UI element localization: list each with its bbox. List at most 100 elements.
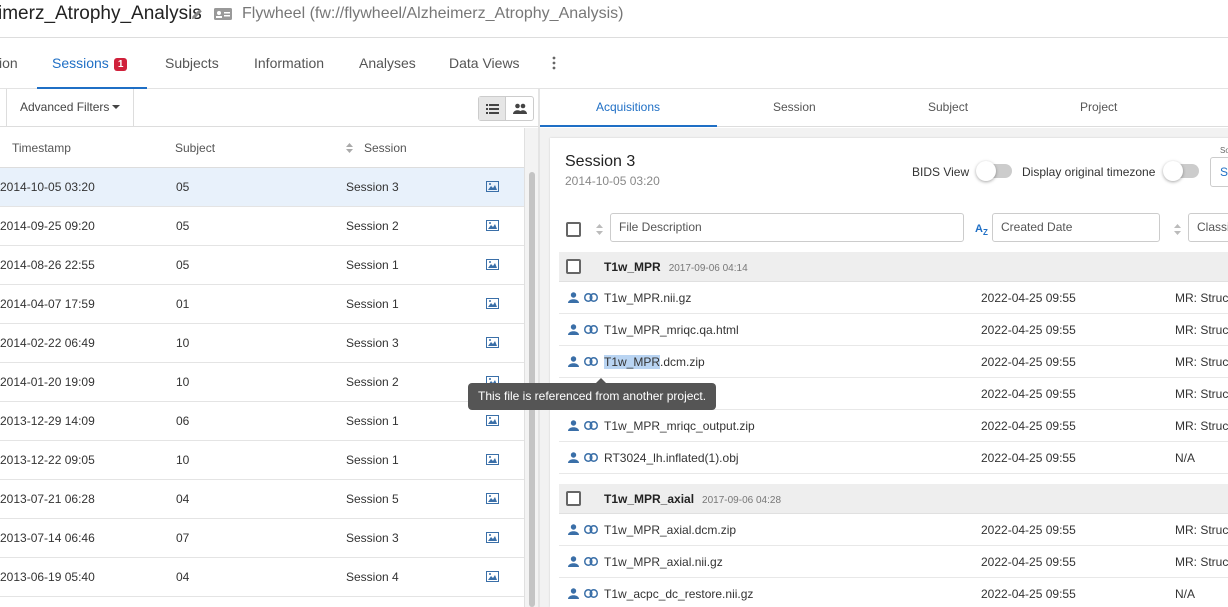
acquisition-title[interactable]: T1w_MPR 2017-09-06 04:14 <box>604 260 748 274</box>
image-viewer-icon[interactable] <box>486 415 499 426</box>
file-classification: MR: Struc <box>1175 323 1228 337</box>
file-row[interactable]: T1w_MPR_mriqc_output.zip 2022-04-25 09:5… <box>559 410 1228 442</box>
created-date-filter[interactable]: Created Date <box>992 213 1160 242</box>
image-viewer-icon[interactable] <box>486 454 499 465</box>
column-subject[interactable]: Subject <box>175 141 215 155</box>
file-row[interactable]: T1w_acpc_dc_restore.nii.gz 2022-04-25 09… <box>559 578 1228 607</box>
tab-sessions[interactable]: Sessions 1 <box>52 55 128 71</box>
tab-sessions-label: Sessions <box>52 55 109 71</box>
sort-alpha-icon[interactable]: AZ <box>975 223 988 237</box>
row-timestamp: 2014-02-22 06:49 <box>0 336 95 350</box>
row-subject: 07 <box>176 531 190 545</box>
acquisition-checkbox[interactable] <box>566 491 581 506</box>
active-detail-tab-indicator <box>540 125 717 127</box>
image-viewer-icon[interactable] <box>486 259 499 270</box>
table-row[interactable]: 2013-06-19 05:40 04 Session 4 <box>0 558 524 597</box>
person-icon <box>568 420 579 431</box>
image-viewer-icon[interactable] <box>486 181 499 192</box>
tab-acquisitions[interactable]: Acquisitions <box>596 100 660 114</box>
file-name: T1w_acpc_dc_restore.nii.gz <box>604 587 754 601</box>
row-timestamp: 2013-12-29 14:09 <box>0 414 95 428</box>
table-row[interactable]: 2014-08-26 22:55 05 Session 1 <box>0 246 524 285</box>
link-icon[interactable] <box>584 357 598 366</box>
file-name-rest: .dcm.zip <box>660 355 705 369</box>
file-row[interactable]: T1w_MPR.dcm.zip 2022-04-25 09:55 MR: Str… <box>559 346 1228 378</box>
more-options-icon[interactable] <box>552 56 556 70</box>
image-viewer-icon[interactable] <box>486 571 499 582</box>
session-title: Session 3 <box>565 153 636 170</box>
file-row[interactable]: T1w_MPR_axial.nii.gz 2022-04-25 09:55 MR… <box>559 546 1228 578</box>
row-subject: 10 <box>176 453 190 467</box>
file-row[interactable]: T1w_MPR_axial.dcm.zip 2022-04-25 09:55 M… <box>559 514 1228 546</box>
sort-select[interactable]: So Se <box>1210 146 1228 187</box>
tab-subject[interactable]: Subject <box>928 100 968 114</box>
row-subject: 10 <box>176 336 190 350</box>
table-row[interactable]: 2014-01-20 19:09 10 Session 2 <box>0 363 524 402</box>
image-viewer-icon[interactable] <box>486 220 499 231</box>
file-date: 2022-04-25 09:55 <box>981 291 1076 305</box>
link-icon <box>584 325 598 334</box>
acquisition-name: T1w_MPR <box>604 260 661 274</box>
column-timestamp[interactable]: Timestamp <box>12 141 71 155</box>
acquisition-checkbox[interactable] <box>566 259 581 274</box>
sessions-table-header: Timestamp Subject Session <box>0 128 524 168</box>
display-timezone-toggle[interactable] <box>1163 161 1199 181</box>
table-row[interactable]: 2014-10-05 03:20 05 Session 3 <box>0 168 524 207</box>
sort-icon[interactable] <box>596 224 603 235</box>
column-session[interactable]: Session <box>364 141 407 155</box>
file-row[interactable]: T1w_MPR.nii.gz 2022-04-25 09:55 MR: Stru… <box>559 282 1228 314</box>
advanced-filters-dropdown[interactable]: Advanced Filters <box>6 89 135 127</box>
table-row[interactable]: 2013-12-22 09:05 10 Session 1 <box>0 441 524 480</box>
row-session: Session 2 <box>346 375 399 389</box>
link-icon <box>584 589 598 598</box>
table-row[interactable]: 2013-07-14 06:46 07 Session 3 <box>0 519 524 558</box>
row-timestamp: 2014-10-05 03:20 <box>0 180 95 194</box>
table-row[interactable]: 2014-02-22 06:49 10 Session 3 <box>0 324 524 363</box>
classification-filter[interactable]: Classi <box>1188 213 1228 242</box>
subject-view-button[interactable] <box>506 97 533 120</box>
acquisition-header: T1w_MPR_axial 2017-09-06 04:28 <box>559 484 1228 514</box>
file-description-filter[interactable]: File Description <box>610 213 964 242</box>
file-name: T1w_MPR.dcm.zip <box>604 355 705 369</box>
file-row[interactable]: RT3024_lh.inflated(1).obj 2022-04-25 09:… <box>559 442 1228 474</box>
project-tabs: ion Sessions 1 Subjects Information Analy… <box>0 39 1228 89</box>
list-icon <box>485 103 499 114</box>
tab-project[interactable]: Project <box>1080 100 1117 114</box>
list-view-button[interactable] <box>479 97 506 120</box>
image-viewer-icon[interactable] <box>486 298 499 309</box>
link-icon <box>584 453 598 462</box>
tab-session[interactable]: Session <box>773 100 816 114</box>
row-session: Session 3 <box>346 180 399 194</box>
tab-partial[interactable]: ion <box>0 55 18 71</box>
acquisition-header: T1w_MPR 2017-09-06 04:14 <box>559 252 1228 282</box>
sort-icon[interactable] <box>346 143 353 153</box>
tab-analyses[interactable]: Analyses <box>359 55 416 71</box>
image-viewer-icon[interactable] <box>486 493 499 504</box>
person-icon <box>568 356 579 367</box>
acquisition-title[interactable]: T1w_MPR_axial 2017-09-06 04:28 <box>604 492 781 506</box>
file-date: 2022-04-25 09:55 <box>981 523 1076 537</box>
tab-information[interactable]: Information <box>254 55 324 71</box>
link-icon <box>584 525 598 534</box>
table-row[interactable]: 2014-09-25 09:20 05 Session 2 <box>0 207 524 246</box>
file-classification: MR: Struc <box>1175 419 1228 433</box>
select-all-checkbox[interactable] <box>566 222 581 237</box>
sort-icon[interactable] <box>1174 224 1181 235</box>
tab-data-views[interactable]: Data Views <box>449 55 520 71</box>
row-timestamp: 2013-06-19 05:40 <box>0 570 95 584</box>
file-date: 2022-04-25 09:55 <box>981 555 1076 569</box>
bids-view-toggle[interactable] <box>976 161 1012 181</box>
image-viewer-icon[interactable] <box>486 337 499 348</box>
advanced-filters-label: Advanced Filters <box>20 100 110 114</box>
sort-select-label: So <box>1220 146 1228 155</box>
row-timestamp: 2014-01-20 19:09 <box>0 375 95 389</box>
project-title: imerz_Atrophy_Analysis <box>0 3 202 24</box>
edit-icon[interactable] <box>190 7 204 21</box>
file-row[interactable]: T1w_MPR_mriqc.qa.html 2022-04-25 09:55 M… <box>559 314 1228 346</box>
table-row[interactable]: 2013-07-21 06:28 04 Session 5 <box>0 480 524 519</box>
image-viewer-icon[interactable] <box>486 532 499 543</box>
row-session: Session 1 <box>346 453 399 467</box>
table-row[interactable]: 2013-12-29 14:09 06 Session 1 <box>0 402 524 441</box>
table-row[interactable]: 2014-04-07 17:59 01 Session 1 <box>0 285 524 324</box>
tab-subjects[interactable]: Subjects <box>165 55 219 71</box>
